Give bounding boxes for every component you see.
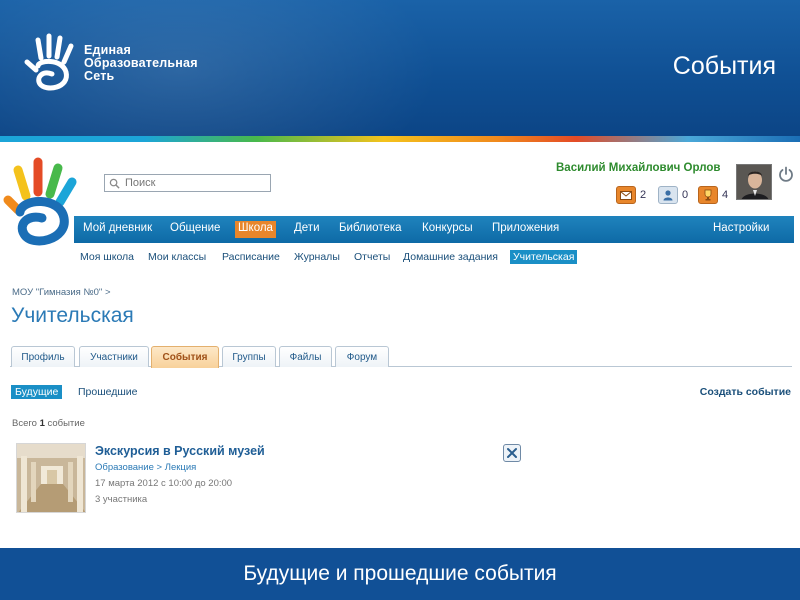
subnav-item-teachers-room[interactable]: Учительская [510, 250, 578, 264]
slide-footer: Будущие и прошедшие события [0, 548, 800, 600]
subnav-item-journals[interactable]: Журналы [291, 250, 343, 264]
search-input[interactable] [125, 177, 255, 189]
nav-item-settings[interactable]: Настройки [710, 221, 772, 238]
nav-item-contests[interactable]: Конкурсы [419, 221, 476, 238]
notification-people[interactable]: 0 [658, 186, 688, 204]
site-hand-logo-icon[interactable] [2, 156, 78, 248]
subnav-item-my-classes[interactable]: Мои классы [145, 250, 209, 264]
event-count: Всего 1 событие [12, 418, 85, 429]
subnav-item-my-school[interactable]: Моя школа [77, 250, 137, 264]
avatar-photo [737, 165, 771, 199]
remove-event-button[interactable] [503, 444, 521, 462]
main-nav: Мой дневник Общение Школа Дети Библиотек… [74, 216, 794, 243]
people-icon [658, 186, 678, 204]
nav-item-library[interactable]: Библиотека [336, 221, 405, 238]
mail-count: 2 [640, 189, 647, 201]
notification-trophy[interactable]: 4 [698, 186, 728, 204]
user-name-link[interactable]: Василий Михайлович Орлов [556, 162, 720, 174]
power-icon[interactable] [778, 166, 794, 182]
hand-logo-icon [24, 33, 74, 91]
search-field[interactable] [104, 174, 271, 192]
event-date: 17 марта 2012 с 10:00 до 20:00 [95, 478, 233, 489]
create-event-link[interactable]: Создать событие [700, 386, 791, 398]
page-title: Учительская [11, 304, 134, 327]
brand-line-2: Образовательная [84, 55, 198, 70]
tab-profile[interactable]: Профиль [11, 346, 75, 367]
breadcrumb[interactable]: МОУ "Гимназия №0" > [12, 287, 111, 298]
brand-line-3: Сеть [84, 68, 115, 83]
site-screen: Василий Михайлович Орлов 2 0 4 Мой днев [0, 142, 800, 548]
event-participants: 3 участника [95, 494, 148, 505]
mail-icon [616, 186, 636, 204]
brand: Единая Образовательная Сеть [24, 32, 198, 94]
trophy-count: 4 [722, 189, 729, 201]
notification-mail[interactable]: 2 [616, 186, 646, 204]
nav-item-communication[interactable]: Общение [167, 221, 223, 238]
brand-line-1: Единая [84, 42, 131, 57]
nav-item-apps[interactable]: Приложения [489, 221, 562, 238]
brand-name: Единая Образовательная Сеть [84, 42, 198, 83]
slide-title: События [672, 52, 776, 80]
footer-caption: Будущие и прошедшие события [243, 562, 557, 585]
event-thumbnail[interactable] [16, 443, 86, 513]
people-count: 0 [682, 189, 689, 201]
filter-upcoming[interactable]: Будущие [11, 385, 63, 399]
nav-item-children[interactable]: Дети [291, 221, 323, 238]
slide-header: Единая Образовательная Сеть События [0, 0, 800, 136]
search-icon [109, 178, 120, 189]
subnav-item-homework[interactable]: Домашние задания [400, 250, 501, 264]
museum-hall-image [17, 444, 85, 512]
filter-past[interactable]: Прошедшие [74, 385, 142, 399]
nav-item-diary[interactable]: Мой дневник [80, 221, 155, 238]
tab-events[interactable]: События [151, 346, 219, 368]
subnav-item-reports[interactable]: Отчеты [351, 250, 393, 264]
tab-forum[interactable]: Форум [335, 346, 389, 367]
event-title-link[interactable]: Экскурсия в Русский музей [95, 444, 265, 458]
tab-files[interactable]: Файлы [279, 346, 332, 367]
count-value: 1 [39, 418, 45, 429]
avatar[interactable] [736, 164, 772, 200]
trophy-icon [698, 186, 718, 204]
close-icon [507, 448, 517, 458]
subnav-item-schedule[interactable]: Расписание [219, 250, 283, 264]
nav-item-school[interactable]: Школа [235, 221, 276, 238]
tab-members[interactable]: Участники [79, 346, 149, 367]
tab-groups[interactable]: Группы [222, 346, 276, 367]
event-category-link[interactable]: Образование > Лекция [95, 462, 196, 473]
count-suffix: событие [47, 418, 85, 429]
count-prefix: Всего [12, 418, 37, 429]
